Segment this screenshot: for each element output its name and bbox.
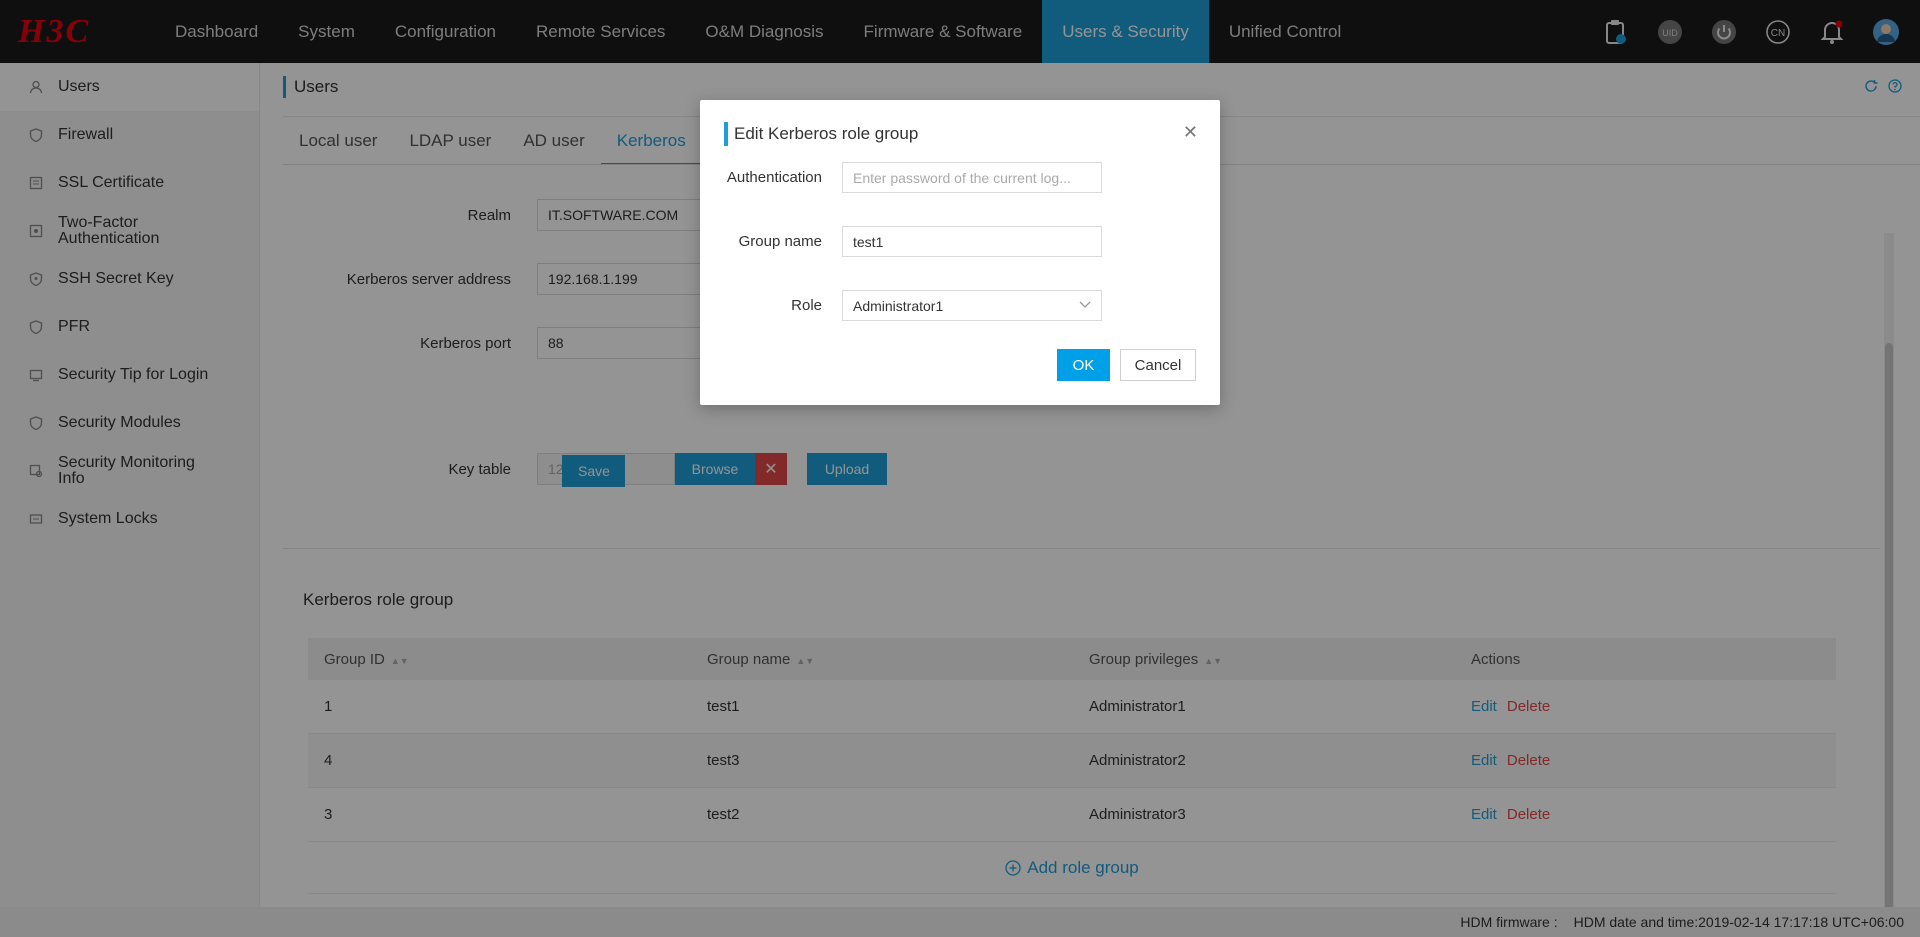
cancel-button[interactable]: Cancel	[1120, 349, 1196, 381]
group-name-label: Group name	[738, 233, 822, 250]
role-select[interactable]: Administrator1	[842, 290, 1102, 321]
edit-role-group-dialog: Edit Kerberos role group ✕ Authenticatio…	[700, 100, 1220, 405]
ok-button[interactable]: OK	[1057, 349, 1110, 381]
close-icon[interactable]: ✕	[1183, 122, 1198, 143]
authentication-row: Authentication	[700, 162, 1102, 193]
dialog-title: Edit Kerberos role group	[734, 124, 919, 143]
role-label: Role	[791, 297, 822, 314]
group-name-input[interactable]	[842, 226, 1102, 257]
dialog-accent-bar	[724, 122, 728, 146]
authentication-input[interactable]	[842, 162, 1102, 193]
dialog-header: Edit Kerberos role group	[724, 122, 918, 146]
chevron-down-icon	[1079, 300, 1091, 312]
role-selected-value: Administrator1	[853, 297, 944, 314]
group-name-row: Group name	[700, 226, 1102, 257]
role-row: Role Administrator1	[700, 290, 1102, 321]
authentication-label: Authentication	[726, 169, 822, 186]
